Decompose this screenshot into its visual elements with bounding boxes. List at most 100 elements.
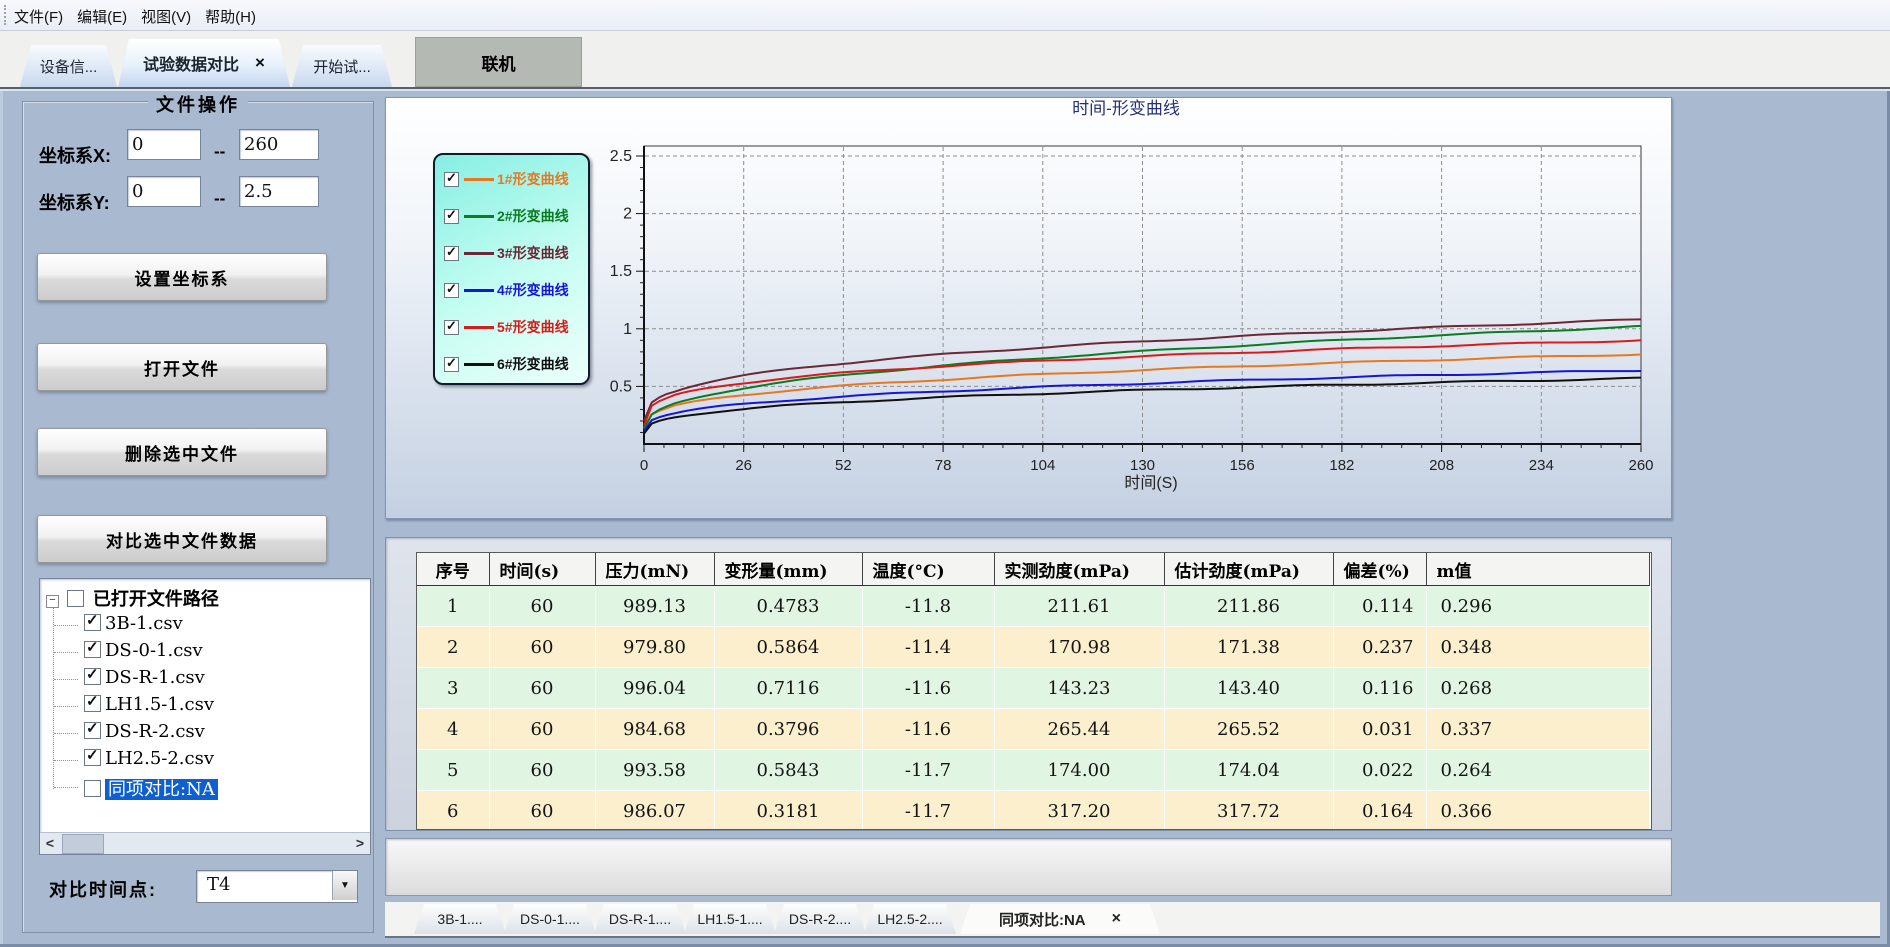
table-cell: 2	[417, 627, 489, 668]
tree-hscrollbar[interactable]: < >	[40, 832, 370, 854]
online-status-block: 联机	[415, 37, 582, 87]
legend-item-1[interactable]: 1#形变曲线	[444, 167, 569, 191]
table-cell: 0.031	[1333, 709, 1426, 750]
table-row[interactable]: 260979.800.5864-11.4170.98171.380.2370.3…	[417, 627, 1649, 668]
tree-item-label: LH2.5-2.csv	[105, 748, 214, 769]
menu-bar: 文件(F) 编辑(E) 视图(V) 帮助(H)	[0, 0, 1890, 31]
legend-item-2[interactable]: 2#形变曲线	[444, 204, 569, 228]
time-point-combobox[interactable]: T4 ▼	[196, 870, 358, 903]
top-tab-2[interactable]: 试验数据对比 ×	[118, 39, 290, 87]
table-cell: 993.58	[595, 750, 714, 791]
tree-item-1[interactable]: 3B-1.csv	[80, 613, 183, 637]
scrollbar-thumb[interactable]	[62, 834, 104, 854]
tree-item-6[interactable]: LH2.5-2.csv	[80, 748, 214, 772]
open-file-button[interactable]: 打开文件	[37, 343, 327, 391]
scroll-left-icon[interactable]: <	[40, 833, 60, 853]
top-tab-1[interactable]: 设备信...	[20, 45, 117, 87]
table-cell: 0.116	[1333, 668, 1426, 709]
table-cell: 989.13	[595, 586, 714, 627]
tree-item-label: 3B-1.csv	[105, 613, 183, 634]
file-tab-4[interactable]: LH1.5-1....	[684, 904, 776, 934]
top-tab-3[interactable]: 开始试...	[292, 45, 392, 87]
checkbox-icon[interactable]	[84, 641, 101, 658]
tree-item-label: DS-0-1.csv	[105, 640, 203, 661]
table-cell: 0.348	[1426, 627, 1649, 668]
tree-item-5[interactable]: DS-R-2.csv	[80, 721, 205, 745]
coord-x-from-input[interactable]	[127, 129, 201, 160]
menu-item-1[interactable]: 文件(F)	[14, 6, 63, 27]
table-row[interactable]: 660986.070.3181-11.7317.20317.720.1640.3…	[417, 791, 1649, 831]
delete-selected-files-button[interactable]: 删除选中文件	[37, 428, 327, 476]
table-row[interactable]: 460984.680.3796-11.6265.44265.520.0310.3…	[417, 709, 1649, 750]
combobox-value: T4	[207, 874, 230, 895]
legend-item-3[interactable]: 3#形变曲线	[444, 241, 569, 265]
tree-root-row[interactable]: − 已打开文件路径	[46, 585, 219, 609]
menu-item-4[interactable]: 帮助(H)	[205, 6, 256, 27]
table-cell: 0.3796	[714, 709, 862, 750]
legend-item-5[interactable]: 5#形变曲线	[444, 315, 569, 339]
table-cell: 0.022	[1333, 750, 1426, 791]
table-cell: 143.40	[1164, 668, 1333, 709]
table-cell: 984.68	[595, 709, 714, 750]
file-tab-5[interactable]: DS-R-2....	[774, 904, 866, 934]
coord-y-from-input[interactable]	[127, 176, 201, 207]
table-cell: 0.114	[1333, 586, 1426, 627]
file-tab-6[interactable]: LH2.5-2....	[864, 904, 956, 934]
y-tick-label: 2.5	[610, 148, 632, 165]
file-tab-3[interactable]: DS-R-1....	[594, 904, 686, 934]
close-icon[interactable]: ×	[1112, 910, 1121, 928]
set-axes-button[interactable]: 设置坐标系	[37, 253, 327, 301]
menu-item-2[interactable]: 编辑(E)	[77, 6, 127, 27]
y-tick-label: 1	[623, 321, 632, 338]
table-cell: 174.04	[1164, 750, 1333, 791]
close-icon[interactable]: ×	[255, 53, 265, 73]
combobox-dropdown-button[interactable]: ▼	[332, 871, 357, 900]
coord-x-to-input[interactable]	[239, 129, 319, 160]
legend-item-6[interactable]: 6#形变曲线	[444, 352, 569, 376]
checkbox-icon[interactable]	[84, 695, 101, 712]
checkbox-icon[interactable]	[444, 283, 459, 298]
tab-label: 试验数据对比	[143, 51, 239, 75]
checkbox-icon[interactable]	[444, 246, 459, 261]
scroll-right-icon[interactable]: >	[350, 833, 370, 853]
checkbox-icon[interactable]	[444, 172, 459, 187]
tree-collapse-icon[interactable]: −	[46, 595, 59, 608]
legend-item-4[interactable]: 4#形变曲线	[444, 278, 569, 302]
coord-x-separator: --	[214, 142, 225, 162]
tree-item-7[interactable]: 同项对比:NA	[80, 775, 218, 799]
checkbox-icon[interactable]	[84, 668, 101, 685]
checkbox-icon[interactable]	[444, 209, 459, 224]
checkbox-icon[interactable]	[444, 320, 459, 335]
tree-item-3[interactable]: DS-R-1.csv	[80, 667, 205, 691]
column-header: 偏差(%)	[1333, 553, 1426, 586]
column-header: 时间(s)	[489, 553, 595, 586]
legend-series-label: 6#形变曲线	[497, 354, 569, 374]
chevron-down-icon: ▼	[340, 880, 350, 891]
table-row[interactable]: 160989.130.4783-11.8211.61211.860.1140.2…	[417, 586, 1649, 627]
file-tab-2[interactable]: DS-0-1....	[504, 904, 596, 934]
tree-item-4[interactable]: LH1.5-1.csv	[80, 694, 214, 718]
table-cell: 60	[489, 586, 595, 627]
table-row[interactable]: 560993.580.5843-11.7174.00174.040.0220.2…	[417, 750, 1649, 791]
file-tab-1[interactable]: 3B-1....	[414, 904, 506, 934]
checkbox-icon[interactable]	[84, 614, 101, 631]
tree-item-2[interactable]: DS-0-1.csv	[80, 640, 203, 664]
table-cell: 0.264	[1426, 750, 1649, 791]
table-cell: -11.6	[862, 668, 994, 709]
checkbox-icon[interactable]	[84, 749, 101, 766]
table-row[interactable]: 360996.040.7116-11.6143.23143.400.1160.2…	[417, 668, 1649, 709]
checkbox-icon[interactable]	[84, 780, 101, 797]
table-cell: 171.38	[1164, 627, 1333, 668]
coord-y-to-input[interactable]	[239, 176, 319, 207]
checkbox-icon[interactable]	[444, 357, 459, 372]
coord-y-label: 坐标系Y:	[39, 189, 110, 215]
table-cell: 0.268	[1426, 668, 1649, 709]
chart-title: 时间-形变曲线	[1072, 99, 1180, 118]
compare-selected-files-button[interactable]: 对比选中文件数据	[37, 515, 327, 563]
checkbox-icon[interactable]	[67, 590, 84, 607]
menu-item-3[interactable]: 视图(V)	[141, 6, 191, 27]
checkbox-icon[interactable]	[84, 722, 101, 739]
table-header-row: 序号时间(s)压力(mN)变形量(mm)温度(°C)实测劲度(mPa)估计劲度(…	[417, 553, 1649, 586]
x-tick-label: 26	[735, 457, 752, 474]
file-tab-7[interactable]: 同项对比:NA×	[960, 904, 1160, 934]
